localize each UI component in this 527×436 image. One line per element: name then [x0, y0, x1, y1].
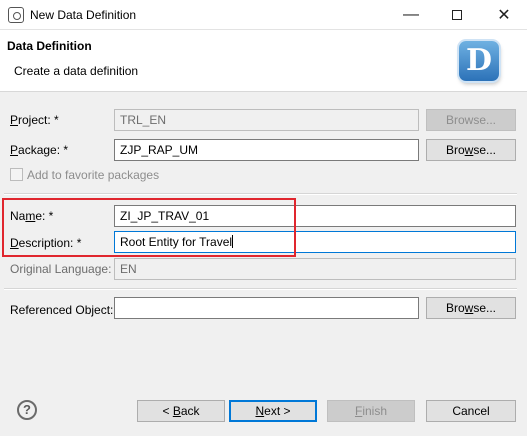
referenced-object-browse-button[interactable]: Browse... [426, 297, 516, 319]
window-titlebar: New Data Definition — ✕ [0, 0, 527, 30]
description-label: Description: * [10, 236, 82, 250]
maximize-icon [452, 10, 462, 20]
package-field[interactable]: ZJP_RAP_UM [114, 139, 419, 161]
app-icon [8, 7, 24, 23]
project-field[interactable]: TRL_EN [114, 109, 419, 131]
separator [4, 288, 517, 290]
package-browse-button[interactable]: Browse... [426, 139, 516, 161]
referenced-object-field[interactable] [114, 297, 419, 319]
referenced-object-label: Referenced Object: [10, 303, 114, 317]
maximize-button[interactable] [434, 0, 480, 30]
finish-button[interactable]: Finish [327, 400, 415, 422]
cancel-button[interactable]: Cancel [426, 400, 516, 422]
project-browse-button[interactable]: Browse... [426, 109, 516, 131]
original-language-label: Original Language: [10, 262, 112, 276]
close-button[interactable]: ✕ [481, 0, 527, 30]
window-title: New Data Definition [30, 8, 137, 22]
separator [4, 193, 517, 195]
description-field[interactable]: Root Entity for Travel [114, 231, 516, 253]
original-language-field[interactable]: EN [114, 258, 516, 280]
project-label: Project: * [10, 113, 59, 127]
help-icon[interactable]: ? [17, 400, 37, 420]
wizard-header: Data Definition Create a data definition… [0, 30, 527, 92]
name-label: Name: * [10, 209, 54, 223]
data-definition-icon: D [459, 41, 499, 81]
minimize-button[interactable]: — [388, 0, 434, 30]
text-caret [232, 235, 234, 248]
page-title: Data Definition [7, 39, 92, 53]
name-field[interactable]: ZI_JP_TRAV_01 [114, 205, 516, 227]
add-favorite-label: Add to favorite packages [27, 168, 160, 182]
package-label: Package: * [10, 143, 69, 157]
page-subtitle: Create a data definition [14, 64, 139, 78]
next-button[interactable]: Next > [229, 400, 317, 422]
add-favorite-checkbox[interactable] [10, 168, 23, 181]
back-button[interactable]: < Back [137, 400, 225, 422]
